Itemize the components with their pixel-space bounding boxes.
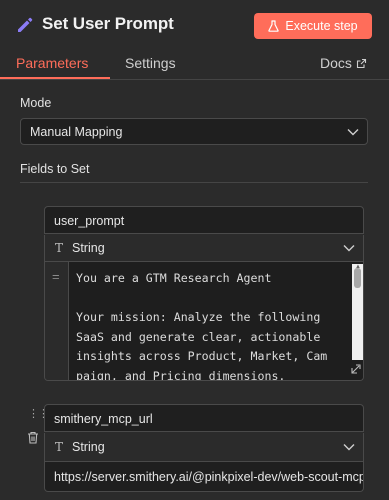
field-value-input[interactable]: https://server.smithery.ai/@pinkpixel-de… <box>44 462 364 492</box>
field-value-container: = You are a GTM Research Agent Your miss… <box>44 262 364 381</box>
type-t-icon: T <box>55 440 64 454</box>
execute-step-label: Execute step <box>285 19 358 33</box>
field-value-text: You are a GTM Research Agent Your missio… <box>76 271 328 380</box>
fields-to-set-label: Fields to Set <box>20 162 90 176</box>
flask-icon <box>268 20 280 32</box>
tab-docs[interactable]: Docs <box>320 55 367 71</box>
divider <box>20 182 368 183</box>
resize-icon[interactable] <box>350 363 362 375</box>
execute-step-button[interactable]: Execute step <box>254 13 372 39</box>
field-type-value: String <box>72 440 105 454</box>
equals-icon: = <box>52 269 60 284</box>
field-name-input[interactable]: user_prompt <box>44 206 364 234</box>
chevron-down-icon <box>343 444 355 451</box>
field-name: user_prompt <box>54 214 125 228</box>
tab-bar: Parameters Settings Docs <box>0 50 389 80</box>
field-type-select[interactable]: T String <box>44 433 364 462</box>
scrollbar[interactable]: ▲ <box>352 264 363 360</box>
field-name: smithery_mcp_url <box>54 412 153 426</box>
docs-label: Docs <box>320 55 352 71</box>
field-type-value: String <box>72 241 105 255</box>
chevron-down-icon <box>347 129 359 136</box>
node-title[interactable]: Set User Prompt <box>42 14 174 34</box>
type-t-icon: T <box>55 241 64 255</box>
field-value-editor[interactable]: You are a GTM Research Agent Your missio… <box>68 262 363 380</box>
node-header: Set User Prompt Execute step <box>0 0 389 50</box>
mode-select[interactable]: Manual Mapping <box>20 118 368 145</box>
tab-settings[interactable]: Settings <box>125 55 176 71</box>
field-name-input[interactable]: smithery_mcp_url <box>44 404 364 432</box>
chevron-down-icon <box>343 245 355 252</box>
active-tab-indicator <box>0 77 110 79</box>
mode-label: Mode <box>20 96 52 110</box>
external-link-icon <box>356 58 366 68</box>
trash-icon[interactable] <box>27 431 39 444</box>
field-type-select[interactable]: T String <box>44 235 364 262</box>
tab-parameters[interactable]: Parameters <box>16 55 88 71</box>
field-value-text: https://server.smithery.ai/@pinkpixel-de… <box>54 470 364 484</box>
pencil-icon[interactable] <box>15 15 35 35</box>
expression-toggle[interactable]: = <box>45 262 68 380</box>
mode-value: Manual Mapping <box>30 125 123 139</box>
scroll-thumb[interactable] <box>354 268 361 288</box>
